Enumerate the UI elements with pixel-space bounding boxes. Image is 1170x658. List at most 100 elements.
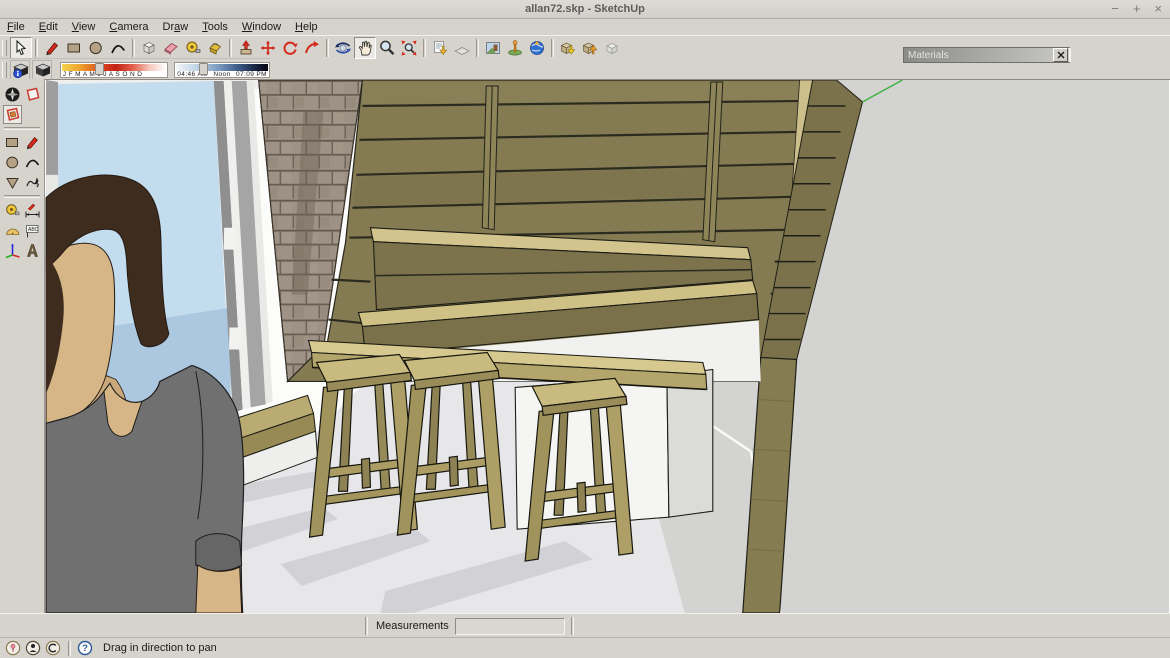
3d-text-icon	[24, 242, 41, 259]
paint-bucket-button[interactable]	[204, 37, 226, 59]
menu-draw[interactable]: Draw	[161, 21, 191, 33]
bar-separator	[68, 641, 71, 656]
time-gradient-track	[176, 64, 268, 71]
move-tool-button[interactable]	[257, 37, 279, 59]
rotate-tool-button[interactable]	[279, 37, 301, 59]
tape-measure-button[interactable]	[182, 37, 204, 59]
push-pull-button[interactable]	[235, 37, 257, 59]
palette-protractor-button[interactable]	[3, 221, 22, 240]
palette-polygon-button[interactable]	[3, 173, 22, 192]
palette-dimension-button[interactable]	[23, 201, 42, 220]
title-bar[interactable]: allan72.skp - SketchUp − + ×	[0, 0, 1170, 19]
toolbar-grip[interactable]	[2, 62, 7, 78]
shadow-time-slider[interactable]: 04:46 AMNoon07:09 PM	[174, 62, 270, 78]
sketchup-window: allan72.skp - SketchUp − + × File Edit V…	[0, 0, 1170, 658]
geo-location-status-icon[interactable]	[5, 640, 21, 656]
shadow-date-slider[interactable]: J F M A M J J A S O N D	[60, 62, 169, 78]
tape-measure-icon	[4, 202, 21, 219]
materials-window[interactable]: Materials	[903, 47, 1071, 63]
menu-view[interactable]: View	[70, 21, 98, 33]
measurements-input[interactable]	[455, 618, 565, 635]
menu-tools[interactable]: Tools	[200, 21, 230, 33]
palette-line-button[interactable]	[23, 133, 42, 152]
help-icon[interactable]: ?	[77, 640, 93, 656]
viewport-3d-scene[interactable]	[45, 79, 1170, 613]
menu-camera[interactable]: Camera	[107, 21, 150, 33]
palette-axes-button[interactable]	[3, 241, 22, 260]
eraser-tool-button[interactable]	[160, 37, 182, 59]
warehouse-upload-icon	[581, 39, 599, 57]
shadow-settings-button[interactable]	[10, 60, 30, 80]
get-models-button[interactable]	[557, 37, 579, 59]
close-button[interactable]: ×	[1154, 0, 1162, 18]
rectangle-icon	[65, 39, 83, 57]
materials-close-button[interactable]	[1053, 48, 1068, 62]
globe-icon	[528, 39, 546, 57]
shadow-toggle-button[interactable]	[32, 60, 52, 80]
menu-edit[interactable]: Edit	[37, 21, 60, 33]
palette-freehand-button[interactable]	[23, 173, 42, 192]
follow-me-button[interactable]	[301, 37, 323, 59]
copyright-status-icon[interactable]	[45, 640, 61, 656]
toolbar-grip[interactable]	[2, 40, 7, 56]
orbit-tool-button[interactable]	[332, 37, 354, 59]
rotate-arrows-icon	[281, 39, 299, 57]
shadow-box-icon	[33, 61, 51, 79]
polygon-icon	[4, 174, 21, 191]
make-component-button[interactable]	[138, 37, 160, 59]
section-cuts-button[interactable]	[3, 105, 22, 124]
pan-hand-icon	[356, 39, 374, 57]
palette-rectangle-button[interactable]	[3, 133, 22, 152]
palette-circle-button[interactable]	[3, 153, 22, 172]
share-component-button[interactable]	[601, 37, 623, 59]
pencil-icon	[24, 134, 41, 151]
zoom-extents-button[interactable]	[398, 37, 420, 59]
palette-3d-text-button[interactable]	[23, 241, 42, 260]
google-earth-button[interactable]	[526, 37, 548, 59]
solar-north-button[interactable]	[3, 85, 22, 104]
status-bar: ? Drag in direction to pan	[0, 637, 1170, 658]
warehouse-download-icon	[559, 39, 577, 57]
time-slider-thumb[interactable]	[199, 63, 208, 75]
section-plane-button[interactable]	[23, 85, 42, 104]
push-pull-icon	[237, 39, 255, 57]
date-gradient-track	[62, 64, 167, 71]
menu-help[interactable]: Help	[293, 21, 320, 33]
arc-tool-button[interactable]	[107, 37, 129, 59]
menu-bar: File Edit View Camera Draw Tools Window …	[0, 19, 1170, 35]
rectangle-tool-button[interactable]	[63, 37, 85, 59]
palette-arc-button[interactable]	[23, 153, 42, 172]
minimize-button[interactable]: −	[1111, 0, 1119, 18]
add-location-button[interactable]	[504, 37, 526, 59]
palette-text-button[interactable]: ABC	[23, 221, 42, 240]
pencil-icon	[43, 39, 61, 57]
pan-tool-button[interactable]	[354, 37, 376, 59]
follow-me-icon	[303, 39, 321, 57]
circle-tool-button[interactable]	[85, 37, 107, 59]
measurements-bar: Measurements	[0, 613, 1170, 638]
close-x-icon	[1057, 51, 1065, 59]
circle-icon	[4, 154, 21, 171]
model-credit-status-icon[interactable]	[25, 640, 41, 656]
palette-tape-button[interactable]	[3, 201, 22, 220]
maximize-button[interactable]: +	[1133, 0, 1141, 18]
component-cube-icon	[140, 39, 158, 57]
toggle-terrain-button[interactable]	[451, 37, 473, 59]
menu-file[interactable]: File	[5, 21, 27, 33]
move-arrows-icon	[259, 39, 277, 57]
line-tool-button[interactable]	[41, 37, 63, 59]
component-upload-icon	[603, 39, 621, 57]
zoom-tool-button[interactable]	[376, 37, 398, 59]
photo-textures-button[interactable]	[482, 37, 504, 59]
share-model-button[interactable]	[579, 37, 601, 59]
date-slider-thumb[interactable]	[95, 63, 104, 75]
get-current-view-button[interactable]	[429, 37, 451, 59]
protractor-icon	[4, 222, 21, 239]
materials-window-title[interactable]: Materials	[904, 50, 1053, 61]
menu-window[interactable]: Window	[240, 21, 283, 33]
photo-textures-icon	[484, 39, 502, 57]
select-tool-button[interactable]	[10, 37, 32, 59]
rectangle-icon	[4, 134, 21, 151]
section-plane-icon	[24, 86, 41, 103]
bar-separator	[571, 617, 574, 635]
